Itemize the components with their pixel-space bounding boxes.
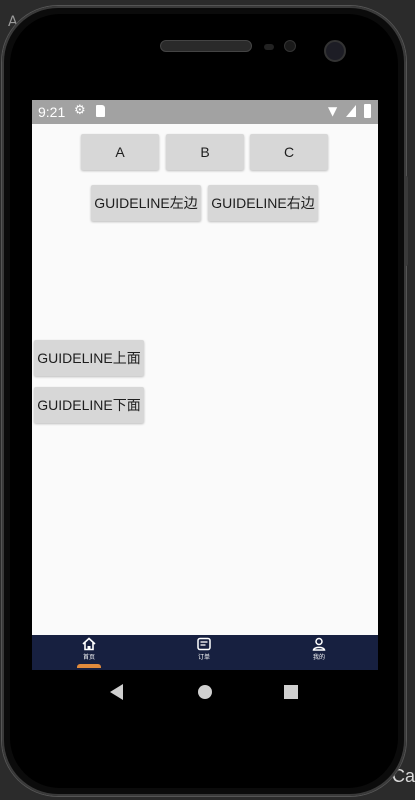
status-time: 9:21: [38, 104, 66, 120]
speaker-grille: [160, 40, 252, 52]
nav-label-orders: 订单: [197, 654, 210, 661]
home-button-icon[interactable]: [198, 685, 212, 699]
active-indicator: [77, 664, 101, 668]
guideline-top-button[interactable]: GUIDELINE上面: [34, 340, 144, 376]
back-icon[interactable]: [110, 684, 123, 700]
nav-item-orders[interactable]: 订单: [174, 637, 234, 668]
nav-item-home[interactable]: 首页: [59, 637, 119, 668]
battery-icon: [364, 104, 371, 118]
bottom-navigation: 首页 订单 我的: [32, 635, 378, 670]
system-navigation-bar: [32, 670, 378, 716]
guideline-left-button[interactable]: GUIDELINE左边: [91, 185, 201, 221]
nav-item-profile[interactable]: 我的: [289, 637, 349, 668]
button-b[interactable]: B: [166, 134, 244, 170]
proximity-sensor: [284, 40, 296, 52]
front-camera: [324, 40, 346, 62]
status-bar: 9:21 ⚙ ▼: [32, 100, 378, 124]
button-c[interactable]: C: [250, 134, 328, 170]
home-icon: [82, 637, 96, 651]
signal-icon: [346, 105, 356, 117]
guideline-bottom-button[interactable]: GUIDELINE下面: [34, 387, 144, 423]
app-screen: 9:21 ⚙ ▼ A B C GUIDELINE左边 GUIDELINE右边 G…: [32, 100, 378, 670]
recent-apps-icon[interactable]: [284, 685, 298, 699]
sensor: [264, 44, 274, 50]
guideline-right-button[interactable]: GUIDELINE右边: [208, 185, 318, 221]
button-a[interactable]: A: [81, 134, 159, 170]
gear-icon: ⚙: [74, 103, 86, 118]
power-button[interactable]: [404, 176, 408, 266]
wifi-icon: ▼: [328, 104, 338, 118]
nav-label-home: 首页: [82, 654, 95, 661]
order-icon: [197, 637, 211, 651]
sd-card-icon: [96, 105, 105, 117]
nav-label-profile: 我的: [312, 654, 325, 661]
profile-icon: [312, 637, 326, 651]
